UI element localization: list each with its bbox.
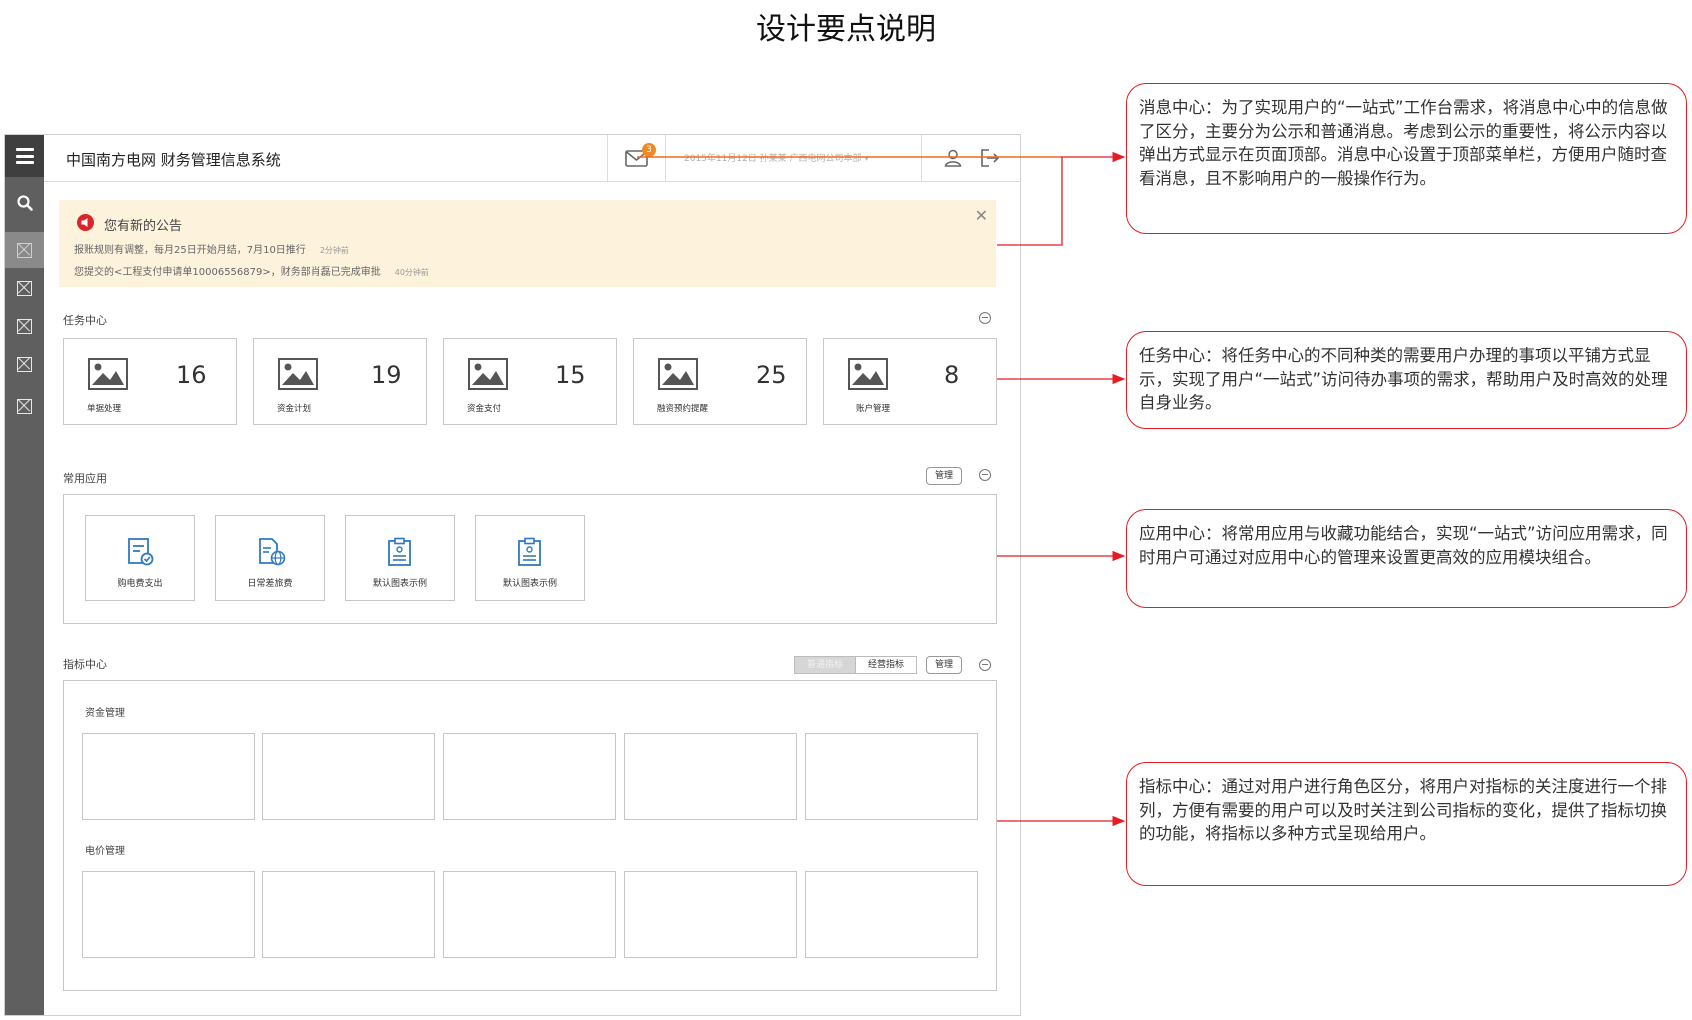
form-check-icon <box>128 538 154 566</box>
divider <box>665 135 666 181</box>
clipboard-icon <box>388 537 411 566</box>
top-bar: 中国南方电网 财务管理信息系统 3 2015年11月12日 孙某某 广西电网公司… <box>44 135 1020 182</box>
collapse-icon[interactable] <box>979 312 991 324</box>
app-label: 默认图表示例 <box>372 579 427 589</box>
notice-text: 您提交的<工程支付申请单10006556879>，财务部肖磊已完成审批 <box>74 267 381 278</box>
task-card[interactable]: 19 资金计划 <box>253 338 427 425</box>
metric-tile <box>805 871 978 958</box>
notice-item[interactable]: 您提交的<工程支付申请单10006556879>，财务部肖磊已完成审批 40分钟前 <box>74 263 429 278</box>
clipboard-icon <box>518 537 541 566</box>
page-title: 设计要点说明 <box>756 12 936 47</box>
task-label: 账户管理 <box>856 404 891 414</box>
common-apps-label: 常用应用 <box>63 472 107 485</box>
manage-metrics-button[interactable]: 管理 <box>926 656 963 674</box>
menu-icon[interactable] <box>5 135 44 177</box>
app-label: 默认图表示例 <box>502 579 557 589</box>
sidebar-item-4[interactable] <box>5 346 44 382</box>
image-placeholder-icon <box>848 358 888 390</box>
metric-group-label: 资金管理 <box>85 708 125 719</box>
metric-tile <box>443 871 616 958</box>
sidebar-item-5[interactable] <box>5 388 44 424</box>
metric-tile <box>805 733 978 820</box>
user-info-dropdown[interactable]: 2015年11月12日 孙某某 广西电网公司本部 ▾ <box>684 151 869 164</box>
image-placeholder-icon <box>658 358 698 390</box>
metric-group-label: 电价管理 <box>85 846 125 857</box>
task-label: 资金支付 <box>467 404 502 414</box>
sidebar-item-3[interactable] <box>5 308 44 344</box>
annotation-metrics-center: 指标中心：通过对用户进行角色区分，将用户对指标的关注度进行一个排列，方便有需要的… <box>1126 762 1687 886</box>
sidebar-item-1[interactable] <box>5 232 44 268</box>
task-label: 融资预约提醒 <box>657 404 709 414</box>
mail-badge: 3 <box>642 143 656 157</box>
image-placeholder-icon <box>88 358 128 390</box>
metric-tile <box>262 871 435 958</box>
placeholder-icon <box>17 318 32 334</box>
metric-tile <box>624 733 797 820</box>
placeholder-icon <box>17 242 32 258</box>
tab-business-metrics[interactable]: 经营指标 <box>855 656 917 674</box>
image-placeholder-icon <box>468 358 508 390</box>
metric-tile <box>624 871 797 958</box>
placeholder-icon <box>17 398 32 414</box>
metric-tile <box>82 871 255 958</box>
annotation-task-center: 任务中心：将任务中心的不同种类的需要用户办理的事项以平铺方式显示，实现了用户“一… <box>1126 331 1687 429</box>
app-title: 中国南方电网 财务管理信息系统 <box>66 151 281 169</box>
metric-tile <box>443 733 616 820</box>
task-count: 8 <box>944 361 960 389</box>
task-card[interactable]: 15 资金支付 <box>443 338 617 425</box>
placeholder-icon <box>17 280 32 296</box>
user-icon[interactable] <box>942 147 964 169</box>
divider <box>607 135 608 181</box>
collapse-icon[interactable] <box>979 469 991 481</box>
divider <box>921 135 922 181</box>
metric-tile <box>82 733 255 820</box>
annotation-app-center: 应用中心：将常用应用与收藏功能结合，实现“一站式”访问应用需求，同时用户可通过对… <box>1126 509 1687 608</box>
app-card[interactable]: 购电费支出 <box>85 515 195 601</box>
tab-normal-metrics[interactable]: 普通指标 <box>794 656 856 674</box>
task-label: 单据处理 <box>87 404 122 414</box>
document-globe-icon <box>259 538 286 566</box>
task-count: 25 <box>756 361 787 389</box>
sidebar <box>5 135 44 1015</box>
task-count: 19 <box>371 361 402 389</box>
search-icon[interactable] <box>5 185 44 221</box>
logout-icon[interactable] <box>979 147 1001 169</box>
notice-title: 您有新的公告 <box>104 219 183 234</box>
metrics-center-label: 指标中心 <box>63 658 107 671</box>
manage-apps-button[interactable]: 管理 <box>926 467 963 485</box>
task-label: 资金计划 <box>277 404 312 414</box>
notice-time: 2分钟前 <box>319 246 349 255</box>
app-label: 购电费支出 <box>117 579 163 589</box>
speaker-icon <box>77 214 94 231</box>
placeholder-icon <box>17 356 32 372</box>
task-card[interactable]: 25 融资预约提醒 <box>633 338 807 425</box>
task-count: 15 <box>555 361 586 389</box>
close-icon[interactable]: ✕ <box>975 206 988 225</box>
notice-text: 报账规则有调整，每月25日开始月结，7月10日推行 <box>74 245 306 256</box>
task-count: 16 <box>176 361 207 389</box>
sidebar-item-2[interactable] <box>5 270 44 306</box>
annotation-message-center: 消息中心：为了实现用户的“一站式”工作台需求，将消息中心中的信息做了区分，主要分… <box>1126 83 1687 234</box>
app-card[interactable]: 默认图表示例 <box>345 515 455 601</box>
app-card[interactable]: 日常差旅费 <box>215 515 325 601</box>
notice-banner: 您有新的公告 报账规则有调整，每月25日开始月结，7月10日推行 2分钟前 您提交… <box>59 200 996 287</box>
app-card[interactable]: 默认图表示例 <box>475 515 585 601</box>
image-placeholder-icon <box>278 358 318 390</box>
task-card[interactable]: 8 账户管理 <box>823 338 997 425</box>
app-label: 日常差旅费 <box>247 579 293 589</box>
metric-tile <box>262 733 435 820</box>
task-card[interactable]: 16 单据处理 <box>63 338 237 425</box>
notice-time: 40分钟前 <box>394 268 429 277</box>
task-center-label: 任务中心 <box>63 314 107 327</box>
notice-item[interactable]: 报账规则有调整，每月25日开始月结，7月10日推行 2分钟前 <box>74 241 349 256</box>
collapse-icon[interactable] <box>979 659 991 671</box>
